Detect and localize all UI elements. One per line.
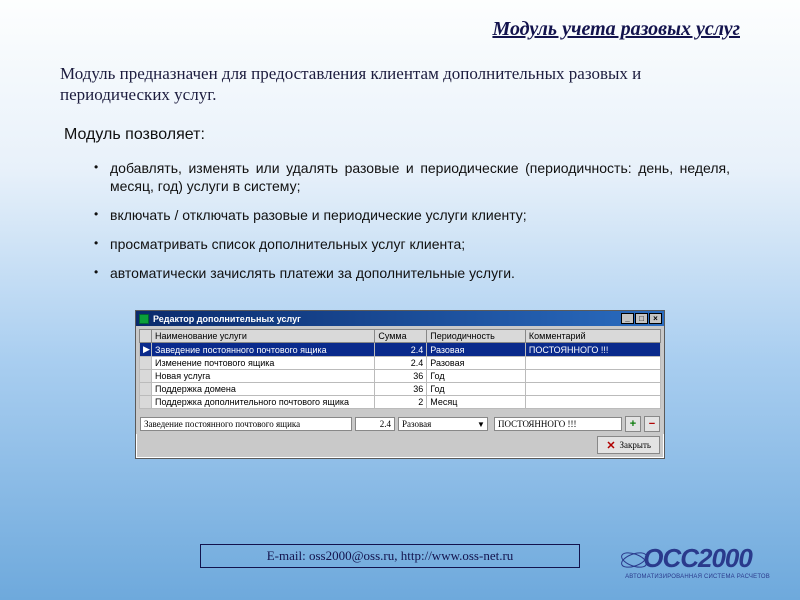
- cell-period: Разовая: [427, 343, 526, 357]
- close-button[interactable]: ✕ Закрыть: [597, 436, 660, 454]
- minimize-button[interactable]: _: [621, 313, 634, 324]
- cell-sum: 36: [375, 383, 427, 396]
- table-row[interactable]: Изменение почтового ящика 2.4 Разовая: [140, 357, 661, 370]
- logo-swoosh-icon: [619, 545, 649, 575]
- cell-comment: [525, 396, 660, 409]
- detail-period-input[interactable]: [398, 417, 488, 431]
- table-row[interactable]: Новая услуга 36 Год: [140, 370, 661, 383]
- table-row[interactable]: Поддержка домена 36 Год: [140, 383, 661, 396]
- row-marker-icon: ▶: [140, 343, 152, 357]
- app-icon: [139, 314, 149, 324]
- cell-name: Поддержка домена: [152, 383, 375, 396]
- col-name[interactable]: Наименование услуги: [152, 330, 375, 343]
- cell-comment: ПОСТОЯННОГО !!!: [525, 343, 660, 357]
- editor-window: Редактор дополнительных услуг _ □ × Наим…: [135, 310, 665, 459]
- window-title: Редактор дополнительных услуг: [153, 314, 301, 324]
- close-icon: ✕: [606, 439, 615, 452]
- lead-text: Модуль предназначен для предоставления к…: [0, 41, 800, 106]
- remove-button[interactable]: −: [644, 416, 660, 432]
- row-marker-header: [140, 330, 152, 343]
- close-window-button[interactable]: ×: [649, 313, 662, 324]
- col-period[interactable]: Периодичность: [427, 330, 526, 343]
- col-sum[interactable]: Сумма: [375, 330, 427, 343]
- dropdown-icon[interactable]: ▼: [477, 420, 485, 429]
- cell-name: Заведение постоянного почтового ящика: [152, 343, 375, 357]
- feature-list: добавлять, изменять или удалять разовые …: [0, 144, 800, 288]
- cell-period: Год: [427, 370, 526, 383]
- col-comment[interactable]: Комментарий: [525, 330, 660, 343]
- cell-name: Поддержка дополнительного почтового ящик…: [152, 396, 375, 409]
- cell-comment: [525, 370, 660, 383]
- cell-period: Разовая: [427, 357, 526, 370]
- cell-sum: 2: [375, 396, 427, 409]
- detail-sum-input[interactable]: [355, 417, 395, 431]
- list-item: автоматически зачислять платежи за допол…: [96, 259, 730, 288]
- cell-comment: [525, 383, 660, 396]
- cell-period: Год: [427, 383, 526, 396]
- cell-name: Новая услуга: [152, 370, 375, 383]
- detail-panel: ▼ + −: [136, 412, 664, 434]
- cell-name: Изменение почтового ящика: [152, 357, 375, 370]
- table-row[interactable]: ▶ Заведение постоянного почтового ящика …: [140, 343, 661, 357]
- services-table[interactable]: Наименование услуги Сумма Периодичность …: [139, 329, 661, 409]
- cell-sum: 36: [375, 370, 427, 383]
- page-title: Модуль учета разовых услуг: [0, 0, 800, 41]
- allow-label: Модуль позволяет:: [0, 106, 800, 144]
- list-item: просматривать список дополнительных услу…: [96, 230, 730, 259]
- cell-sum: 2.4: [375, 357, 427, 370]
- titlebar[interactable]: Редактор дополнительных услуг _ □ ×: [136, 311, 664, 326]
- cell-sum: 2.4: [375, 343, 427, 357]
- close-button-label: Закрыть: [620, 440, 651, 450]
- add-button[interactable]: +: [625, 416, 641, 432]
- list-item: включать / отключать разовые и периодиче…: [96, 201, 730, 230]
- cell-comment: [525, 357, 660, 370]
- table-row[interactable]: Поддержка дополнительного почтового ящик…: [140, 396, 661, 409]
- cell-period: Месяц: [427, 396, 526, 409]
- list-item: добавлять, изменять или удалять разовые …: [96, 154, 730, 202]
- footer-contact: E-mail: oss2000@oss.ru, http://www.oss-n…: [200, 544, 580, 568]
- maximize-button[interactable]: □: [635, 313, 648, 324]
- detail-comment-input[interactable]: [494, 417, 622, 431]
- detail-name-input[interactable]: [140, 417, 352, 431]
- brand-logo: OCC2000 АВТОМАТИЗИРОВАННАЯ СИСТЕМА РАСЧЕ…: [625, 543, 770, 580]
